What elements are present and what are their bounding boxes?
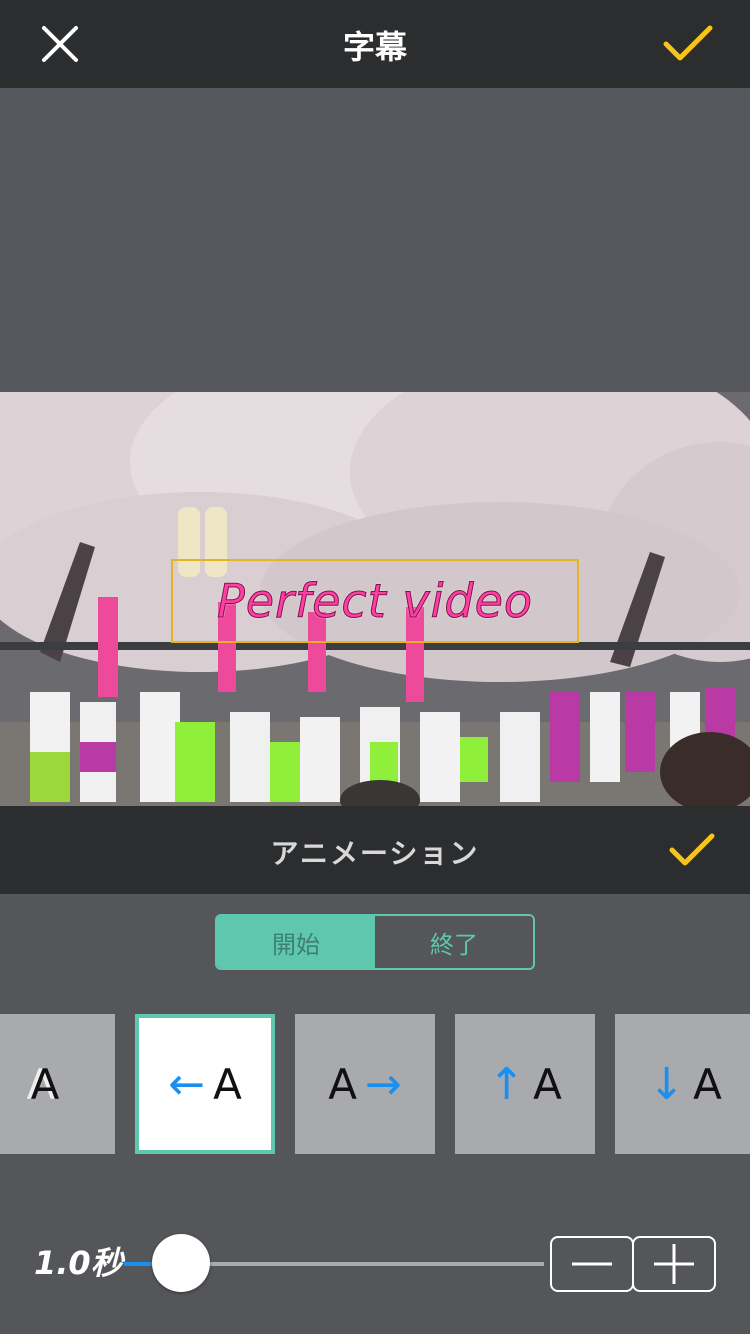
preset-glyph: A [328,1059,357,1109]
caption-text[interactable]: Perfect video [216,574,533,629]
preset-glyph: A [533,1059,562,1109]
increment-button[interactable] [632,1236,716,1292]
decrement-button[interactable] [550,1236,634,1292]
arrow-up-icon: ↑ [488,1058,526,1110]
preset-slide-up[interactable]: ↑ A [455,1014,595,1154]
preset-glyph: A [693,1059,722,1109]
animation-presets: A A ← A A → ↑ A ↓ A [0,1014,750,1154]
minus-icon [572,1262,612,1266]
video-preview[interactable]: Perfect video [0,392,750,806]
checkmark-icon[interactable] [662,20,714,68]
segment-start[interactable]: 開始 [217,916,375,968]
preset-slide-down[interactable]: ↓ A [615,1014,750,1154]
shadow-text-icon: A A [26,1059,60,1109]
segment-end[interactable]: 終了 [375,916,533,968]
arrow-down-icon: ↓ [648,1058,686,1110]
animation-bar: アニメーション [0,806,750,894]
preset-slide-right[interactable]: A → [295,1014,435,1154]
page-title: 字幕 [342,28,407,66]
preset-shadow[interactable]: A A [0,1014,115,1154]
plus-icon [654,1244,694,1284]
caption-selection-box[interactable]: Perfect video [171,559,579,643]
animation-title: アニメーション [270,837,480,870]
top-bar: 字幕 [0,0,750,88]
preview-background [0,88,750,392]
checkmark-icon[interactable] [668,828,716,872]
arrow-right-icon: → [364,1058,402,1110]
preset-slide-left[interactable]: ← A [135,1014,275,1154]
duration-label: 1.0秒 [34,1244,123,1282]
duration-slider-thumb[interactable] [152,1234,211,1292]
animation-panel: 開始 終了 A A ← A A → ↑ A ↓ A 1.0秒 [0,894,750,1334]
arrow-left-icon: ← [168,1058,206,1110]
preset-glyph: A [213,1059,242,1109]
segment-control: 開始 終了 [215,914,535,970]
